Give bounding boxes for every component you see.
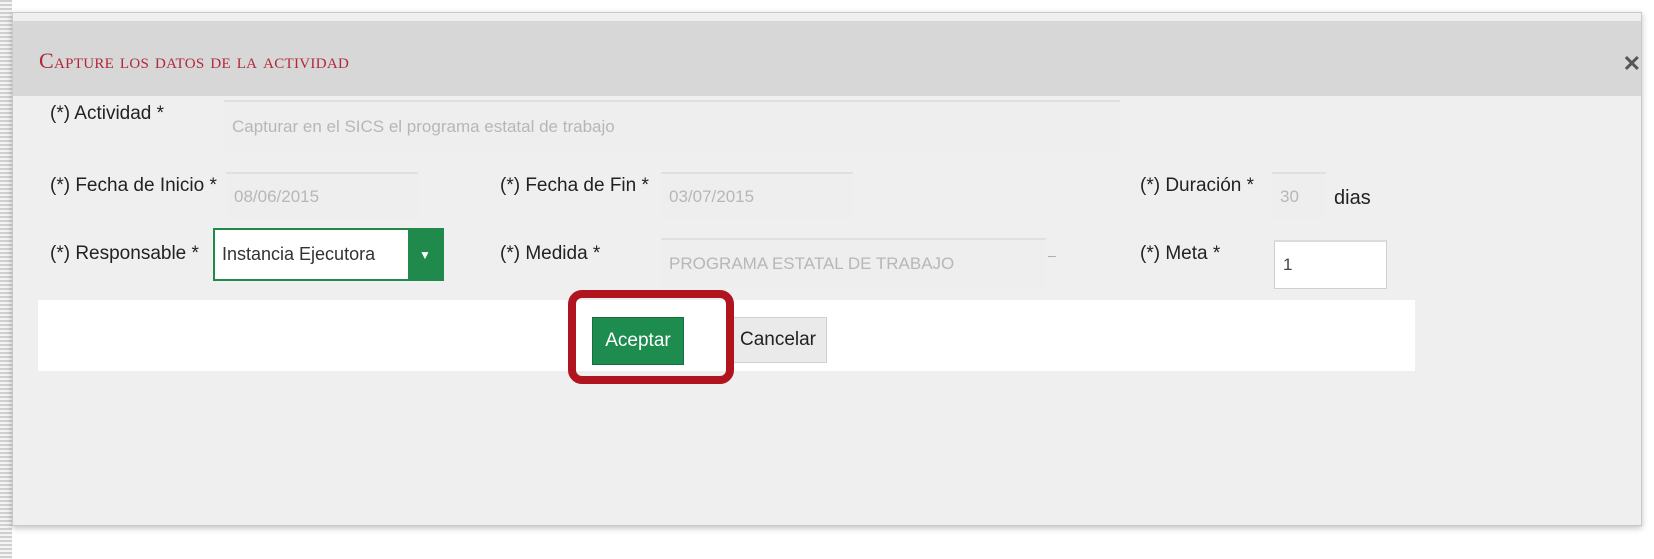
dialog-title: Capture los datos de la actividad [39,48,350,73]
dialog-header: Capture los datos de la actividad ✕ [13,21,1641,96]
chevron-down-icon[interactable]: ▼ [408,230,442,279]
accept-button[interactable]: Aceptar [592,317,684,365]
button-bar [38,300,1415,371]
actividad-label: (*) Actividad * [50,103,165,124]
cancel-button[interactable]: Cancelar [729,317,827,363]
responsable-select[interactable]: Instancia Ejecutora ▼ [213,228,444,281]
duracion-field[interactable]: 30 [1272,172,1326,220]
responsable-label: (*) Responsable * [50,243,199,264]
duracion-unit: dias [1334,187,1371,209]
medida-label: (*) Medida * [500,243,601,264]
medida-dropdown-icon[interactable]: – [1048,247,1056,263]
duracion-label: (*) Duración * [1140,175,1255,196]
close-icon[interactable]: ✕ [1623,51,1641,77]
meta-field[interactable]: 1 [1274,240,1387,289]
fecha-fin-field[interactable]: 03/07/2015 [661,172,853,220]
fecha-inicio-field[interactable]: 08/06/2015 [226,172,418,220]
meta-label: (*) Meta * [1140,243,1221,264]
responsable-selected-value: Instancia Ejecutora [222,244,376,264]
background-edge [0,0,12,559]
actividad-field[interactable]: Capturar en el SICS el programa estatal … [224,100,1120,152]
fecha-fin-label: (*) Fecha de Fin * [500,175,649,196]
medida-field[interactable]: PROGRAMA ESTATAL DE TRABAJO [661,238,1046,288]
fecha-inicio-label: (*) Fecha de Inicio * [50,175,217,196]
